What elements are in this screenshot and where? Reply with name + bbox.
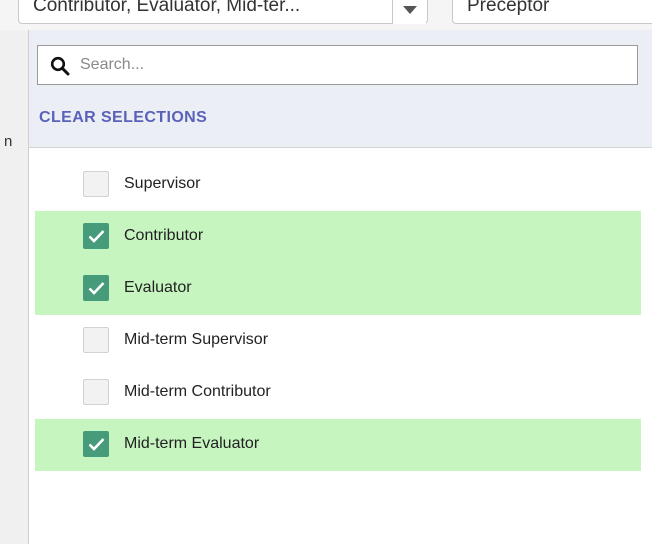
option-evaluator[interactable]: Evaluator bbox=[35, 263, 641, 315]
secondary-filter-value: Preceptor bbox=[467, 0, 550, 16]
option-checkbox[interactable] bbox=[83, 171, 109, 197]
option-label: Mid-term Contributor bbox=[124, 383, 271, 400]
option-supervisor[interactable]: Supervisor bbox=[35, 159, 641, 211]
clear-selections-link[interactable]: CLEAR SELECTIONS bbox=[39, 109, 207, 127]
option-contributor[interactable]: Contributor bbox=[35, 211, 641, 263]
option-mid-term-contributor[interactable]: Mid-term Contributor bbox=[35, 367, 641, 419]
search-input[interactable] bbox=[80, 46, 620, 84]
role-filter-value: Contributor, Evaluator, Mid-ter... bbox=[33, 0, 301, 16]
option-label: Supervisor bbox=[124, 175, 201, 192]
background-page-edge: n bbox=[0, 30, 28, 544]
search-icon bbox=[50, 56, 70, 76]
option-mid-term-evaluator[interactable]: Mid-term Evaluator bbox=[35, 419, 641, 471]
option-checkbox[interactable] bbox=[83, 431, 109, 457]
option-checkbox[interactable] bbox=[83, 379, 109, 405]
secondary-filter-select[interactable]: Preceptor bbox=[452, 0, 652, 24]
option-label: Mid-term Supervisor bbox=[124, 331, 269, 348]
dropdown-header: CLEAR SELECTIONS bbox=[29, 30, 652, 148]
option-mid-term-supervisor[interactable]: Mid-term Supervisor bbox=[35, 315, 641, 367]
options-list: Supervisor Contributor Evaluator Mid-ter… bbox=[35, 159, 641, 471]
role-filter-select[interactable]: Contributor, Evaluator, Mid-ter... bbox=[18, 0, 428, 24]
chevron-down-icon bbox=[403, 6, 417, 14]
check-icon bbox=[88, 282, 105, 295]
option-checkbox[interactable] bbox=[83, 223, 109, 249]
role-filter-dropdown-button[interactable] bbox=[392, 0, 426, 24]
role-filter-dropdown-panel: CLEAR SELECTIONS Supervisor Contributor … bbox=[28, 30, 652, 544]
search-field[interactable] bbox=[37, 45, 638, 85]
top-filter-bar: Contributor, Evaluator, Mid-ter... Prece… bbox=[0, 0, 652, 30]
option-label: Contributor bbox=[124, 227, 204, 244]
option-label: Mid-term Evaluator bbox=[124, 435, 260, 452]
background-text-fragment: n bbox=[4, 133, 13, 150]
option-checkbox[interactable] bbox=[83, 275, 109, 301]
option-label: Evaluator bbox=[124, 279, 192, 296]
check-icon bbox=[88, 438, 105, 451]
check-icon bbox=[88, 230, 105, 243]
option-checkbox[interactable] bbox=[83, 327, 109, 353]
